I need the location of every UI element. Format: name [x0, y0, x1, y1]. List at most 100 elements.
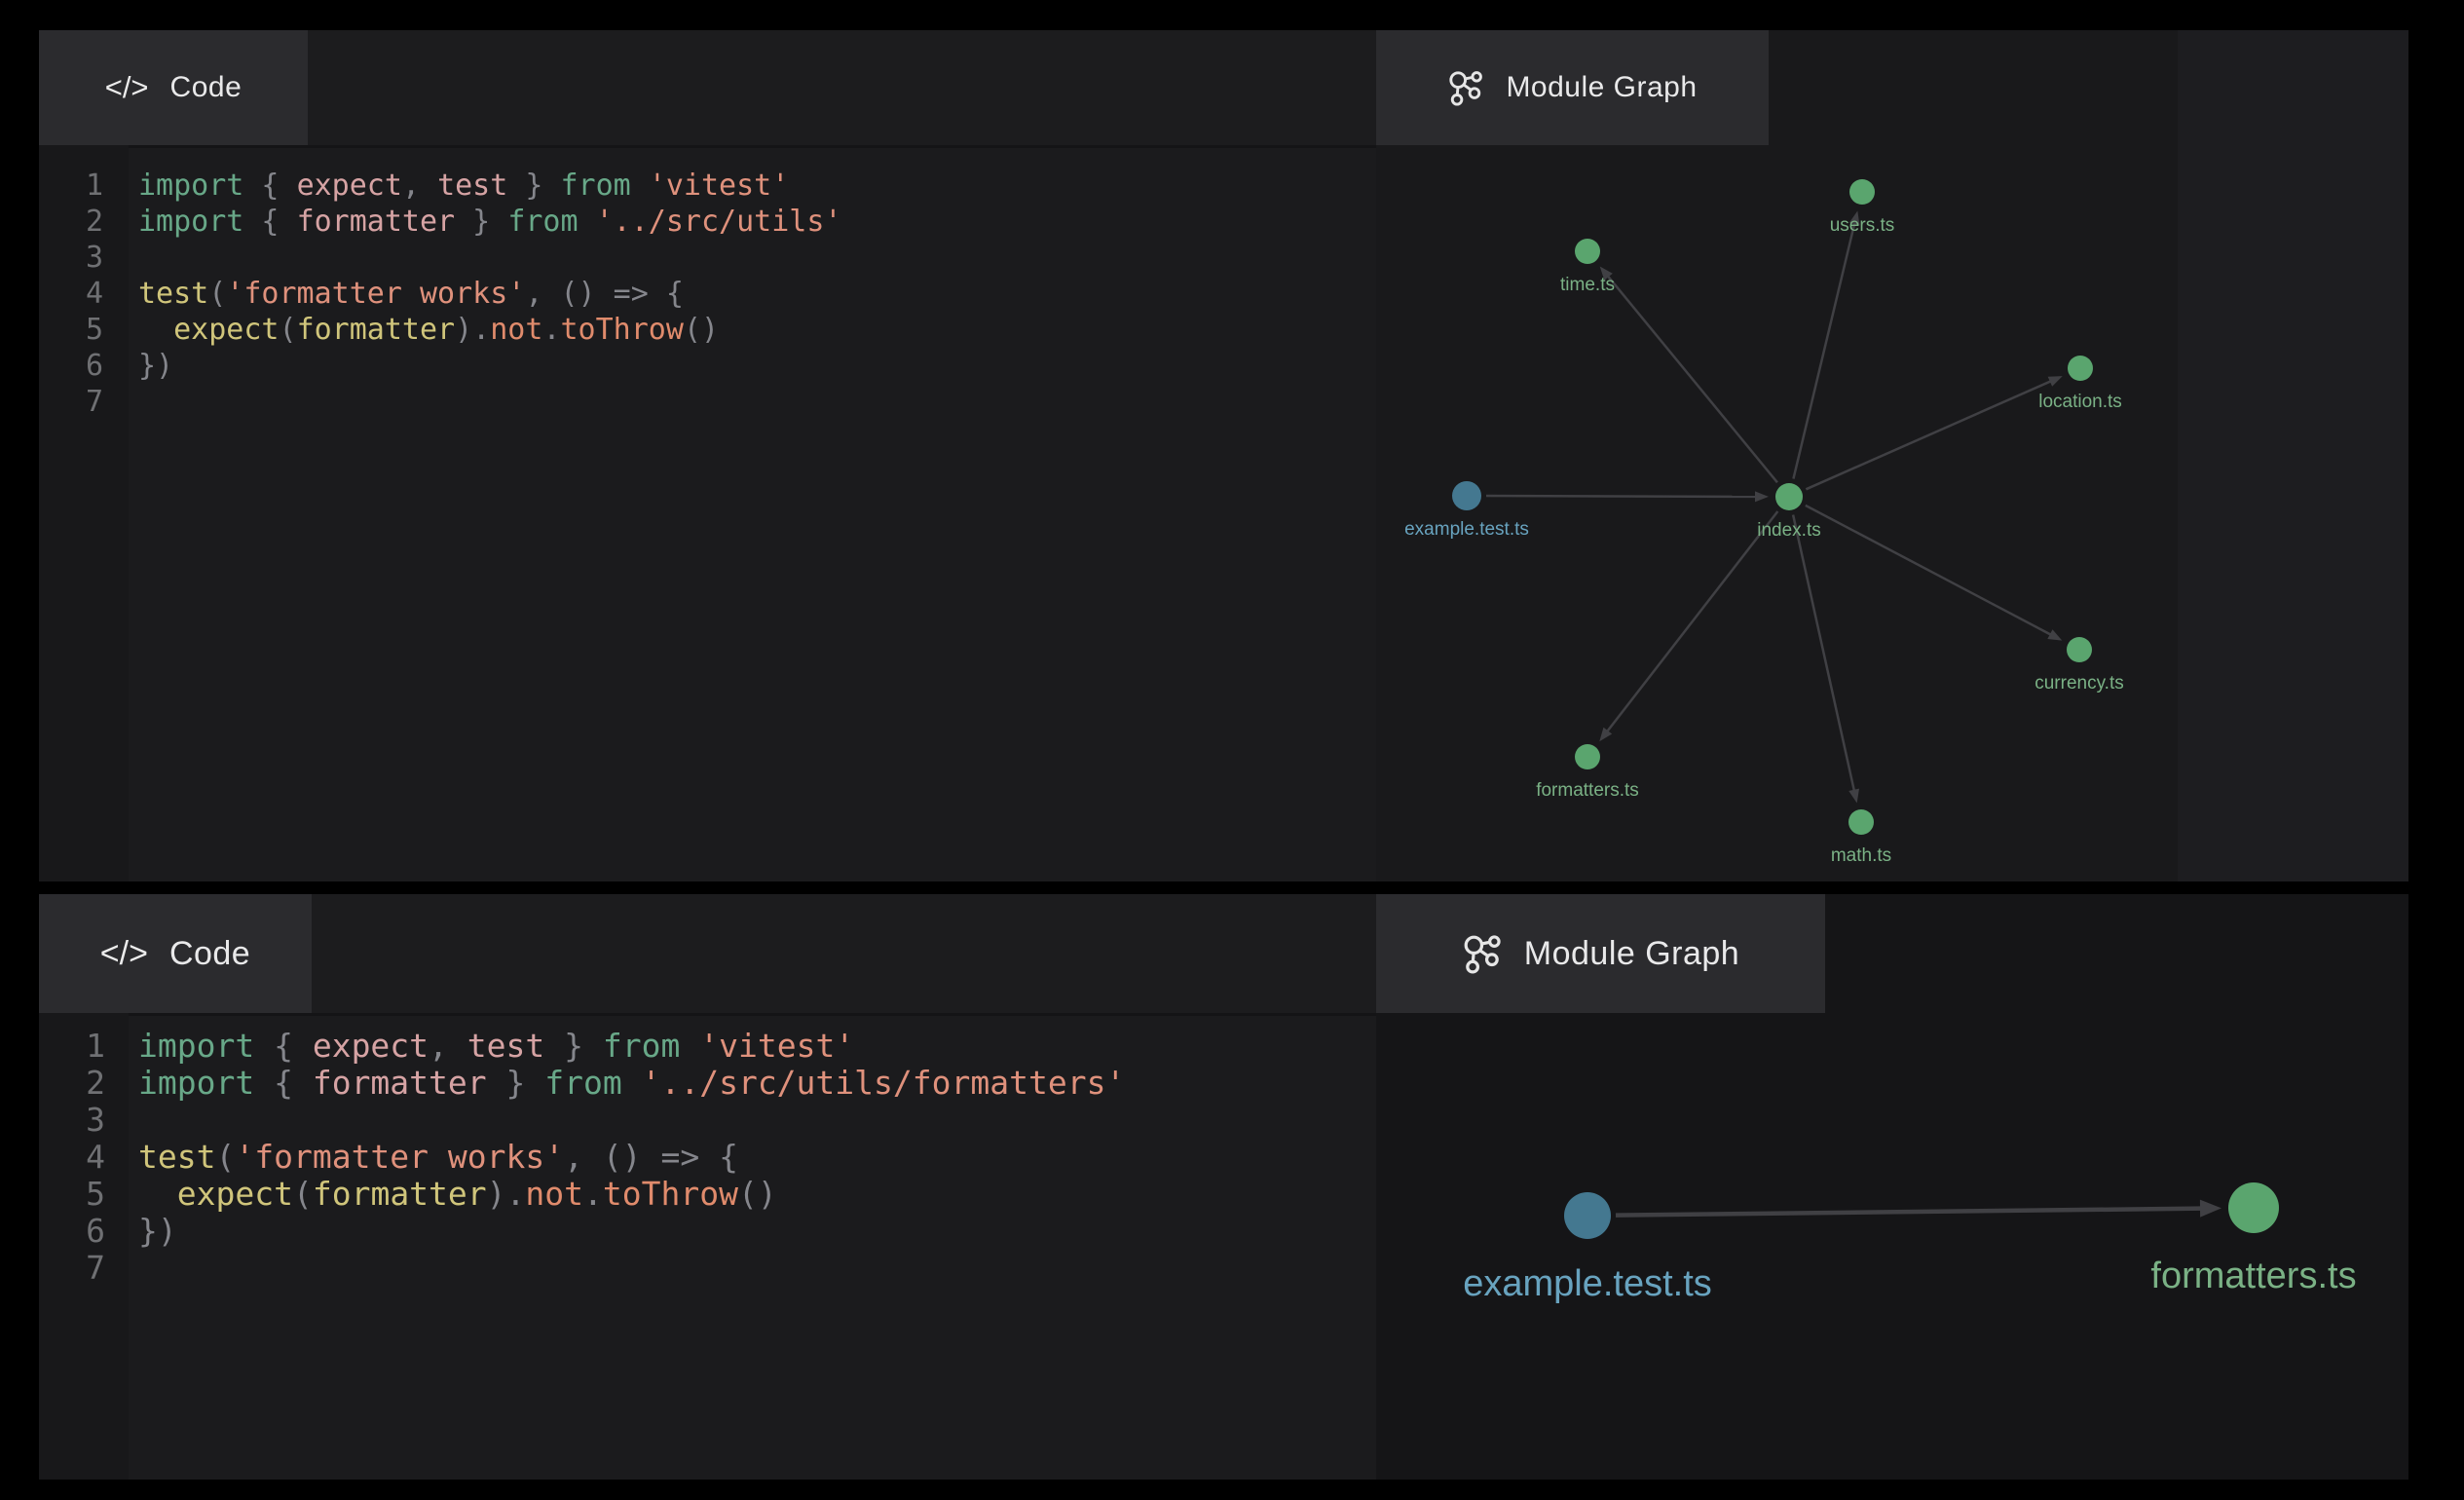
line-number: 5 — [39, 312, 103, 348]
code-line: 7 — [39, 1250, 1376, 1287]
token-id: expect — [297, 169, 402, 203]
graph-node-label-index: index.ts — [1757, 520, 1820, 541]
module-graph-canvas[interactable]: users.tstime.tslocation.tsexample.test.t… — [1376, 145, 2408, 881]
token-pun: () — [684, 313, 719, 347]
tab-code-bottom-label: Code — [169, 935, 250, 973]
token-pun: ( — [208, 277, 226, 311]
graph-node-formatters[interactable] — [1575, 744, 1600, 769]
content-area: </> Code 1import { expect, test } from '… — [39, 30, 2408, 1480]
graph-edge-index-formatters — [1607, 511, 1778, 732]
module-graph-canvas[interactable]: example.test.tsformatters.ts — [1376, 1013, 2408, 1480]
graph-node-index[interactable] — [1775, 483, 1803, 510]
token-fn: expect — [173, 313, 279, 347]
graph-edge-index-time — [1607, 276, 1777, 483]
token-str: 'vitest' — [649, 169, 790, 203]
code-panel-bottom: </> Code 1import { expect, test } from '… — [39, 894, 1376, 1480]
token-pun: , () => { — [564, 1138, 738, 1176]
line-number: 2 — [39, 204, 103, 240]
graph-node-location[interactable] — [2068, 356, 2093, 381]
module-graph-bottom-header: Module Graph — [1376, 894, 2408, 1013]
code-text: expect(formatter).not.toThrow() — [105, 1176, 777, 1213]
code-editor-top: 1import { expect, test } from 'vitest'2i… — [39, 145, 1376, 881]
module-graph-canvas-bottom-wrap: example.test.tsformatters.ts — [1376, 1013, 2408, 1480]
graph-node-label-time: time.ts — [1560, 275, 1615, 295]
token-fn: formatter — [313, 1175, 487, 1213]
code-text: import { formatter } from '../src/utils/… — [105, 1065, 1125, 1102]
token-pun: }) — [138, 1212, 177, 1250]
code-line: 3 — [39, 1102, 1376, 1139]
line-number: 1 — [39, 168, 103, 204]
graph-node-formatters[interactable] — [2228, 1182, 2279, 1233]
graph-node-time[interactable] — [1575, 239, 1600, 264]
token-id: test — [437, 169, 507, 203]
token-fn: formatter — [297, 313, 456, 347]
code-panel-top: </> Code 1import { expect, test } from '… — [39, 30, 1376, 881]
code-text: expect(formatter).not.toThrow() — [103, 312, 719, 348]
code-line: 5 expect(formatter).not.toThrow() — [39, 312, 1376, 348]
token-kw: from — [561, 169, 631, 203]
token-pun: ( — [280, 313, 297, 347]
token-kw: from — [544, 1064, 621, 1102]
graph-edge-index-users — [1793, 222, 1854, 478]
token-str: 'formatter works' — [226, 277, 525, 311]
module-graph-icon — [1462, 933, 1503, 974]
graph-node-label-math: math.ts — [1831, 845, 1891, 866]
tab-code-top[interactable]: </> Code — [39, 30, 308, 145]
line-number: 4 — [39, 1139, 105, 1176]
token-pun — [680, 1027, 699, 1065]
tab-code-top-label: Code — [170, 71, 243, 104]
code-editor-bottom: 1import { expect, test } from 'vitest'2i… — [39, 1013, 1376, 1480]
token-fn: expect — [177, 1175, 293, 1213]
graph-node-example[interactable] — [1564, 1192, 1611, 1239]
token-kw: import — [138, 169, 243, 203]
token-id: formatter — [297, 205, 456, 239]
tab-module-graph-bottom[interactable]: Module Graph — [1376, 894, 1825, 1013]
graph-node-label-users: users.ts — [1830, 215, 1895, 236]
code-icon: </> — [105, 70, 149, 105]
code-line: 1import { expect, test } from 'vitest' — [39, 168, 1376, 204]
line-number: 3 — [39, 1102, 105, 1139]
tab-code-bottom[interactable]: </> Code — [39, 894, 312, 1013]
token-pun: ( — [293, 1175, 313, 1213]
graph-node-label-formatters: formatters.ts — [2150, 1256, 2356, 1296]
code-lines-top: 1import { expect, test } from 'vitest'2i… — [39, 145, 1376, 420]
token-pun — [138, 313, 173, 347]
tab-module-graph-bottom-label: Module Graph — [1524, 935, 1739, 973]
graph-node-currency[interactable] — [2067, 637, 2092, 662]
tab-module-graph-top[interactable]: Module Graph — [1376, 30, 1769, 145]
graph-node-math[interactable] — [1848, 809, 1874, 835]
graph-edge-arrowhead — [1755, 491, 1769, 502]
graph-node-users[interactable] — [1849, 179, 1875, 205]
token-pun: , — [402, 169, 437, 203]
token-pun: }) — [138, 349, 173, 383]
token-id: formatter — [313, 1064, 487, 1102]
code-line: 7 — [39, 384, 1376, 420]
code-icon: </> — [100, 935, 148, 973]
token-prop: not — [490, 313, 542, 347]
token-prop: not — [525, 1175, 583, 1213]
code-text — [105, 1250, 138, 1287]
code-line: 4test('formatter works', () => { — [39, 276, 1376, 312]
token-pun: ). — [455, 313, 490, 347]
line-number: 3 — [39, 240, 103, 276]
code-text — [105, 1102, 138, 1139]
token-pun: } — [487, 1064, 545, 1102]
module-graph-panel-top: Module Graph users.tstime.tslocation.tse… — [1376, 30, 2408, 881]
graph-node-example[interactable] — [1452, 481, 1481, 510]
graph-edge-arrowhead — [2048, 376, 2063, 387]
line-number: 2 — [39, 1065, 105, 1102]
token-pun: . — [583, 1175, 603, 1213]
token-pun: () — [738, 1175, 777, 1213]
graph-node-label-location: location.ts — [2038, 392, 2122, 412]
app-window: </> Code 1import { expect, test } from '… — [0, 0, 2464, 1500]
code-line: 2import { formatter } from '../src/utils… — [39, 204, 1376, 240]
token-pun — [579, 205, 596, 239]
graph-edge-example-formatters — [1616, 1209, 2202, 1216]
token-kw: import — [138, 1027, 254, 1065]
token-pun — [622, 1064, 642, 1102]
module-graph-panel-bottom: Module Graph example.test.tsformatters.t… — [1376, 894, 2408, 1480]
graph-edge-arrowhead — [1848, 789, 1859, 804]
token-pun: { — [254, 1027, 313, 1065]
code-text: test('formatter works', () => { — [103, 276, 684, 312]
graph-edge-index-location — [1806, 381, 2051, 489]
